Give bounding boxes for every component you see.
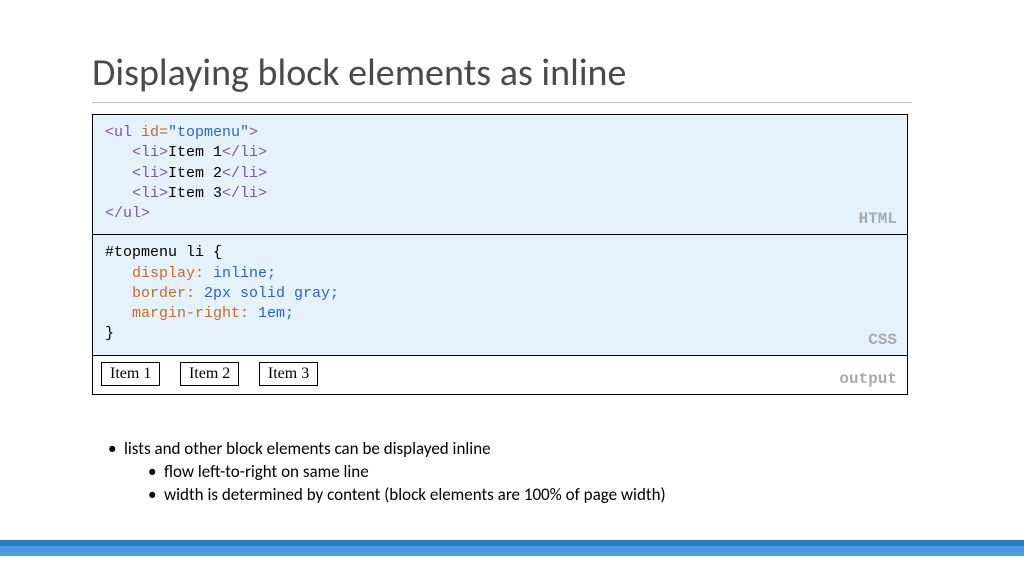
code-text: <li> [105, 165, 168, 182]
code-text: Item 2 [168, 165, 222, 182]
code-text: <ul [105, 124, 141, 141]
code-text: 1em; [249, 305, 294, 322]
code-text: "topmenu" [168, 124, 249, 141]
code-text: inline; [204, 265, 276, 282]
code-text: display: [105, 265, 204, 282]
notes: lists and other block elements can be di… [108, 438, 908, 507]
html-code: <ul id="topmenu"> <li>Item 1</li> <li>It… [93, 115, 907, 234]
code-text: margin-right: [105, 305, 249, 322]
note-text: flow left-to-right on same line [164, 461, 369, 482]
output-area: Item 1 Item 2 Item 3 [93, 356, 907, 394]
stripe-light [0, 546, 1024, 556]
code-text: </ul> [105, 205, 150, 222]
code-text: #topmenu li { [105, 244, 222, 261]
code-text: <li> [105, 185, 168, 202]
output-item: Item 3 [259, 362, 318, 386]
code-text: border: [105, 285, 195, 302]
code-text: Item 1 [168, 144, 222, 161]
code-text: id= [141, 124, 168, 141]
title-divider [92, 102, 912, 103]
panel-label-output: output [839, 370, 897, 388]
output-panel: Item 1 Item 2 Item 3 output [92, 355, 908, 395]
code-text: > [249, 124, 258, 141]
note-main: lists and other block elements can be di… [108, 438, 908, 461]
code-text: </li> [222, 185, 267, 202]
code-text: } [105, 325, 114, 342]
note-text: lists and other block elements can be di… [124, 438, 491, 459]
footer-stripe [0, 540, 1024, 556]
panel-label-html: HTML [859, 210, 897, 228]
output-item: Item 1 [101, 362, 160, 386]
code-text: 2px solid gray; [195, 285, 339, 302]
code-text: Item 3 [168, 185, 222, 202]
code-text: </li> [222, 144, 267, 161]
note-sub: width is determined by content (block el… [148, 484, 908, 507]
note-text: width is determined by content (block el… [164, 484, 666, 505]
output-item: Item 2 [180, 362, 239, 386]
panel-label-css: CSS [868, 331, 897, 349]
slide: Displaying block elements as inline <ul … [0, 0, 1024, 576]
note-sub: flow left-to-right on same line [148, 461, 908, 484]
css-panel: #topmenu li { display: inline; border: 2… [92, 234, 908, 355]
html-panel: <ul id="topmenu"> <li>Item 1</li> <li>It… [92, 114, 908, 235]
css-code: #topmenu li { display: inline; border: 2… [93, 235, 907, 354]
code-stack: <ul id="topmenu"> <li>Item 1</li> <li>It… [92, 114, 908, 395]
code-text: <li> [105, 144, 168, 161]
code-text: </li> [222, 165, 267, 182]
page-title: Displaying block elements as inline [92, 50, 626, 96]
